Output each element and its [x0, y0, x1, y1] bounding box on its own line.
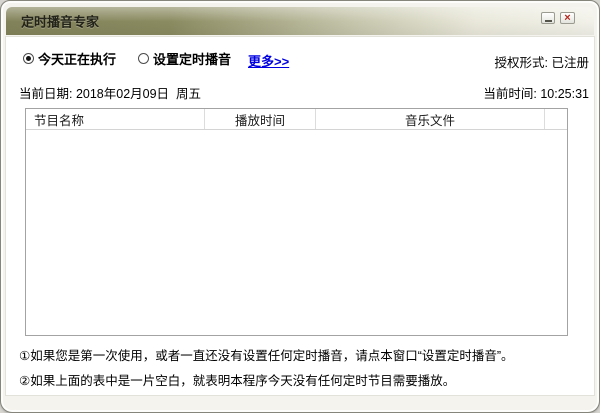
minimize-icon — [545, 20, 552, 22]
window-title: 定时播音专家 — [21, 12, 99, 31]
radio-circle — [138, 53, 149, 64]
app-window: 定时播音专家 × 今天正在执行 设置定时播音 更多>> 授权形式: 已注册 当前… — [0, 0, 600, 413]
radio-circle — [23, 53, 34, 64]
radio-set-schedule[interactable]: 设置定时播音 — [138, 51, 231, 66]
column-header-play-time[interactable]: 播放时间 — [205, 109, 316, 129]
more-link[interactable]: 更多>> — [248, 51, 289, 70]
radio-today-label: 今天正在执行 — [38, 49, 116, 68]
close-button[interactable]: × — [560, 12, 575, 24]
instruction-note-1: ①如果您是第一次使用，或者一直还没有设置任何定时播音，请点本窗口“设置定时播音”… — [19, 345, 514, 364]
instruction-note-2: ②如果上面的表中是一片空白，就表明本程序今天没有任何定时节目需要播放。 — [19, 370, 455, 389]
radio-today-executing[interactable]: 今天正在执行 — [23, 51, 116, 66]
column-header-music-file[interactable]: 音乐文件 — [316, 109, 545, 129]
minimize-button[interactable] — [541, 12, 555, 24]
current-time-label: 当前时间: 10:25:31 — [483, 83, 589, 102]
column-header-filler — [545, 109, 567, 129]
close-icon: × — [564, 13, 570, 24]
schedule-table: 节目名称 播放时间 音乐文件 — [25, 108, 568, 336]
table-header-row: 节目名称 播放时间 音乐文件 — [26, 109, 567, 130]
current-date-label: 当前日期: 2018年02月09日 周五 — [19, 83, 201, 102]
title-bar: 定时播音专家 — [6, 7, 594, 35]
license-status-label: 授权形式: 已注册 — [495, 52, 589, 71]
table-body-empty — [26, 130, 567, 335]
column-header-program-name[interactable]: 节目名称 — [26, 109, 205, 129]
radio-schedule-label: 设置定时播音 — [153, 49, 231, 68]
